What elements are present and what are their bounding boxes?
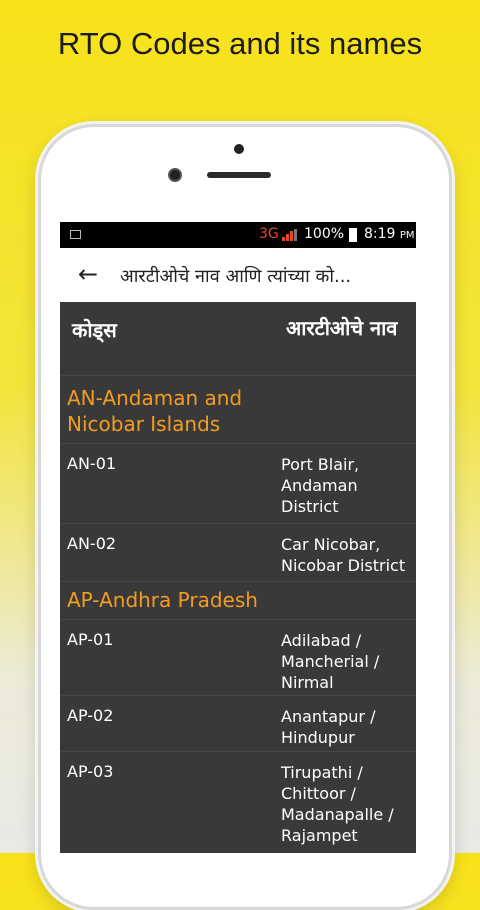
rto-name-line: Port Blair, [281,455,360,474]
rto-name-line: Rajampet [281,826,358,845]
state-section-header[interactable]: AP-Andhra Pradesh [60,582,416,620]
rto-name: Anantapur / Hindupur [281,706,413,748]
image-notification-icon [70,230,81,239]
phone-sensor-dot [234,144,244,154]
rto-name-line: Adilabad / [281,631,362,650]
rto-name-line: Chittoor / [281,784,356,803]
rto-name-line: Madanapalle / [281,805,394,824]
name-column-header: आरटीओचे नाव [286,316,398,340]
state-title-line: Nicobar Islands [67,412,221,436]
table-row[interactable]: AP-01 Adilabad / Mancherial / Nirmal [60,620,416,696]
back-arrow-icon[interactable]: ← [78,260,98,288]
state-title-line: AP-Andhra Pradesh [67,588,258,612]
rto-name: Port Blair, Andaman District [281,454,413,517]
signal-icon [282,229,297,241]
rto-name-line: Tirupathi / [281,763,363,782]
column-header: कोड्स आरटीओचे नाव [60,302,416,376]
rto-name-line: Hindupur [281,728,355,747]
rto-name: Adilabad / Mancherial / Nirmal [281,630,413,693]
phone-earpiece [207,172,271,178]
rto-name-line: Nirmal [281,673,334,692]
rto-name: Car Nicobar, Nicobar District [281,534,416,576]
rto-name-line: Andaman [281,476,358,495]
battery-icon [349,228,357,242]
battery-percent: 100% [304,226,345,242]
clock: 8:19 PM [364,226,415,242]
table-row[interactable]: AN-01 Port Blair, Andaman District [60,444,416,524]
page-title: आरटीओचे नाव आणि त्यांच्या को... [120,266,352,287]
rto-code: AN-02 [67,534,117,553]
rto-name-line: Anantapur / [281,707,376,726]
app-screen: 3G 100% 8:19 PM ← आरटीओचे नाव आणि त्यांच… [60,222,416,853]
rto-name-line: Nicobar District [281,556,406,575]
network-type: 3G [259,226,279,242]
rto-name-line: District [281,497,339,516]
rto-name-line: Car Nicobar, [281,535,381,554]
table-row[interactable]: AN-02 Car Nicobar, Nicobar District [60,524,416,582]
state-section-header[interactable]: AN-Andaman and Nicobar Islands [60,376,416,444]
app-bar: ← आरटीओचे नाव आणि त्यांच्या को... [60,248,416,302]
code-column-header: कोड्स [72,318,117,342]
rto-code: AN-01 [67,454,117,473]
rto-code: AP-03 [67,762,114,781]
clock-time: 8:19 [364,226,396,242]
clock-ampm: PM [399,230,415,241]
rto-code: AP-01 [67,630,114,649]
status-bar: 3G 100% 8:19 PM [60,222,416,248]
front-camera-icon [168,168,182,182]
rto-name: Tirupathi / Chittoor / Madanapalle / Raj… [281,762,413,846]
rto-code: AP-02 [67,706,114,725]
table-row[interactable]: AP-02 Anantapur / Hindupur [60,696,416,752]
promo-headline: RTO Codes and its names [57,26,423,61]
state-title-line: AN-Andaman and [67,386,243,410]
table-row[interactable]: AP-03 Tirupathi / Chittoor / Madanapalle… [60,752,416,853]
rto-name-line: Mancherial / [281,652,380,671]
